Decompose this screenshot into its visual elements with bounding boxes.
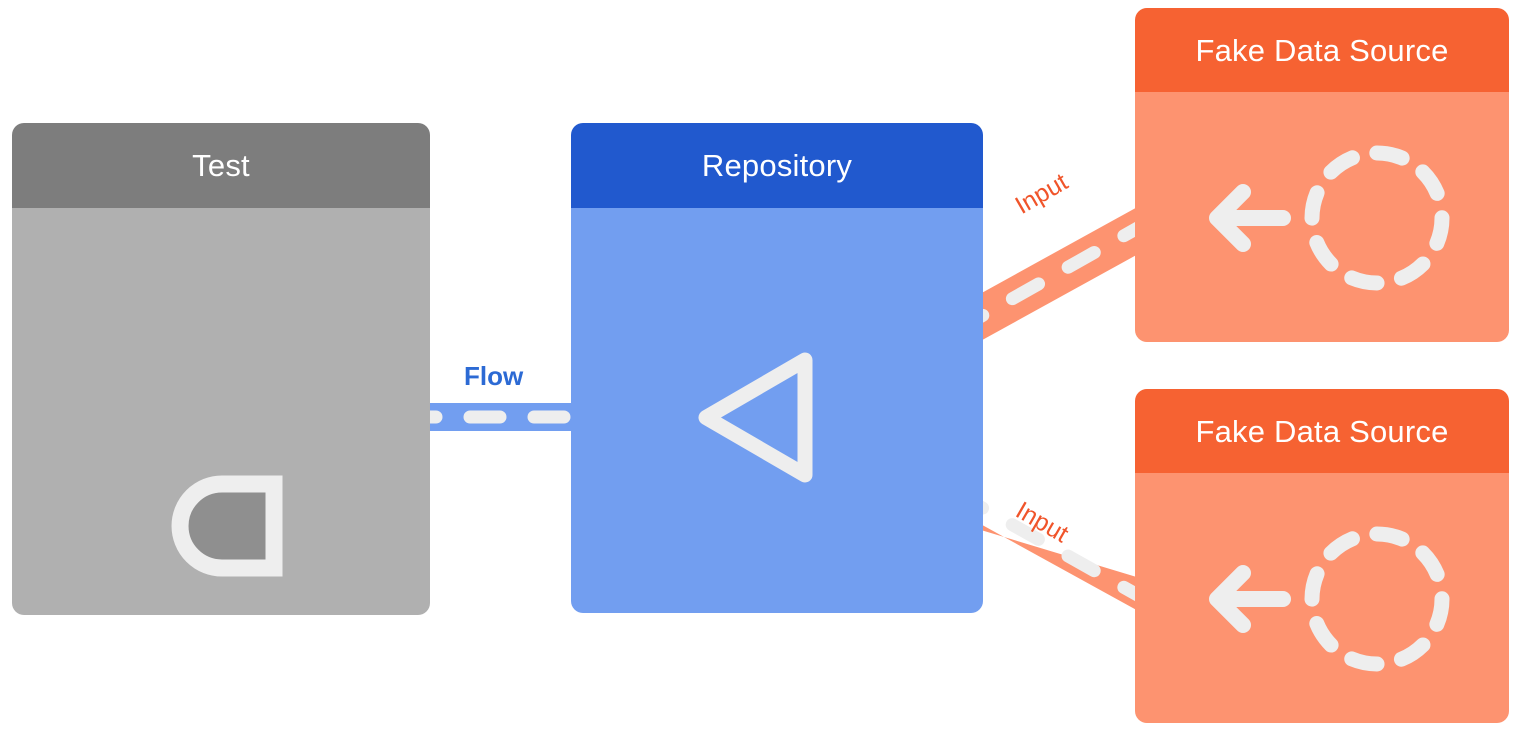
node-fake-data-source-2-body xyxy=(1135,473,1509,723)
node-fake-data-source-2[interactable]: Fake Data Source xyxy=(1135,389,1509,723)
dashed-circle-icon xyxy=(1304,526,1450,672)
node-fake-data-source-1[interactable]: Fake Data Source xyxy=(1135,8,1509,342)
node-fake-data-source-1-title: Fake Data Source xyxy=(1195,32,1449,68)
node-test-body xyxy=(12,208,430,615)
port-d-shape-icon xyxy=(171,475,283,577)
node-test[interactable]: Test xyxy=(12,123,430,615)
node-test-title: Test xyxy=(192,148,250,183)
edge-label-flow: Flow xyxy=(464,361,524,391)
node-fake-data-source-2-header: Fake Data Source xyxy=(1135,389,1509,473)
node-fake-data-source-1-body xyxy=(1135,92,1509,342)
triangle-left-outline-icon xyxy=(698,352,813,483)
dashed-circle-icon xyxy=(1304,145,1450,291)
arrow-left-icon xyxy=(1209,184,1291,252)
edge-label-input-top: Input xyxy=(1010,167,1073,220)
node-test-header: Test xyxy=(12,123,430,208)
node-fake-data-source-1-header: Fake Data Source xyxy=(1135,8,1509,92)
edge-label-input-bottom: Input xyxy=(1011,496,1074,549)
node-repository-header: Repository xyxy=(571,123,983,208)
diagram-canvas: Test Repository Fake Data Source Fake Da… xyxy=(0,0,1515,737)
node-repository-title: Repository xyxy=(701,148,853,183)
node-fake-data-source-2-title: Fake Data Source xyxy=(1195,413,1449,449)
arrow-left-icon xyxy=(1209,565,1291,633)
